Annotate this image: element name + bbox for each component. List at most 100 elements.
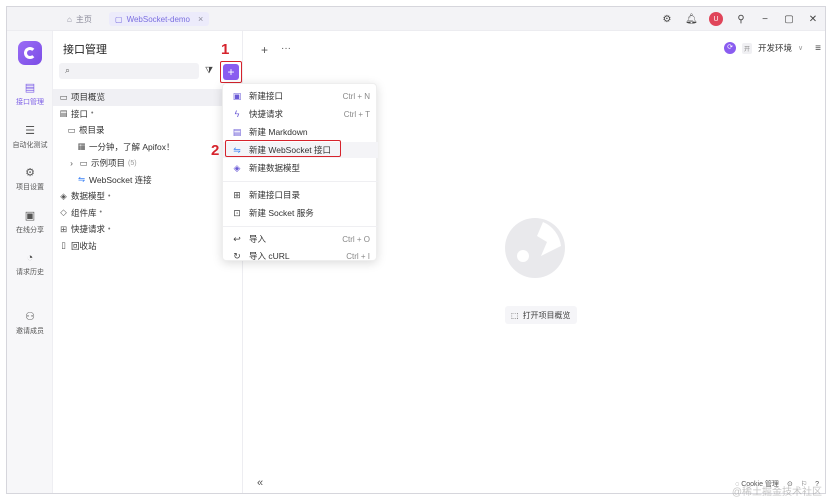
close-window-icon[interactable]: ✕ xyxy=(807,14,819,25)
menu-label: 新建接口目录 xyxy=(249,190,301,200)
bell-icon[interactable]: 🔔︎ xyxy=(685,14,698,25)
open-overview-label: 打开项目概览 xyxy=(522,310,571,320)
overview-icon: ▭ xyxy=(59,91,68,102)
menu-shortcut: Ctrl + N xyxy=(342,91,370,101)
chevron-down-icon: ∨ xyxy=(798,45,804,52)
environment-selector[interactable]: ⟳ 开 开发环境 ∨ ≡ xyxy=(724,42,821,54)
markdown-icon: ▤ xyxy=(232,126,242,137)
api-icon: ▤ xyxy=(24,82,36,94)
rail-item-api-management[interactable]: ▤ 接口管理 xyxy=(7,81,53,107)
tree-item-trash[interactable]: ▯ 回收站 xyxy=(53,238,243,255)
menu-label: 新建数据模型 xyxy=(249,163,301,173)
app-logo xyxy=(18,41,42,65)
component-icon: ◇ xyxy=(60,207,67,218)
tree-item-websocket-connection[interactable]: ⇋ WebSocket 连接 xyxy=(53,172,243,189)
tree-item-data-models[interactable]: ◈ 数据模型 • xyxy=(53,188,243,205)
tree-label: 数据模型 xyxy=(71,191,106,202)
menu-item-import-curl[interactable]: ↻ 导入 cURL Ctrl + I xyxy=(223,248,378,264)
more-icon[interactable]: ··· xyxy=(281,43,291,54)
file-icon: ▢ xyxy=(115,14,123,24)
env-sync-icon[interactable]: ⟳ xyxy=(724,42,736,54)
menu-item-new-data-model[interactable]: ◈ 新建数据模型 xyxy=(223,160,378,176)
curl-icon: ↻ xyxy=(233,250,241,261)
watermark: @稀土掘金技术社区 xyxy=(731,487,822,498)
menu-item-quick-request[interactable]: ϟ 快捷请求 Ctrl + T xyxy=(223,106,378,122)
tree-label: 根目录 xyxy=(79,125,105,136)
menu-shortcut: Ctrl + T xyxy=(343,109,370,119)
settings-icon: ⚙ xyxy=(25,167,35,179)
panel-title: 接口管理 xyxy=(63,44,107,56)
invite-icon: ⚇ xyxy=(25,311,35,323)
rail-item-online-share[interactable]: ▣ 在线分享 xyxy=(7,209,53,235)
menu-icon[interactable]: ≡ xyxy=(815,43,821,54)
folder-icon: ▭ xyxy=(79,157,88,168)
tree-item-quick-requests[interactable]: ⊞ 快捷请求 • xyxy=(53,221,243,238)
window-controls: ⚙ 🔔︎ U ⚲ − ▢ ✕ xyxy=(661,11,819,27)
api-tree-panel: 接口管理 ⌕ ⧩ + ▭ 项目概览 ▤ 接口 • ▭ 根目录 ▦ 一分钟，了解 … xyxy=(53,31,243,493)
tree-label: 组件库 xyxy=(71,207,97,218)
rail-item-project-settings[interactable]: ⚙ 项目设置 xyxy=(7,166,53,192)
menu-item-new-markdown[interactable]: ▤ 新建 Markdown xyxy=(223,124,378,140)
close-icon[interactable]: × xyxy=(198,14,203,24)
menu-divider xyxy=(223,226,378,227)
tree-label: 回收站 xyxy=(71,240,97,251)
rail-item-invite-members[interactable]: ⚇ 邀请成员 xyxy=(7,310,53,336)
step-1-label: 1 xyxy=(221,41,230,58)
app-window: ⌂ 主页 ▢ WebSocket-demo × ⚙ 🔔︎ U ⚲ − ▢ ✕ ▤… xyxy=(6,6,826,494)
chevron-right-icon[interactable]: › xyxy=(67,158,76,168)
avatar[interactable]: U xyxy=(709,12,723,26)
tree-item-apis[interactable]: ▤ 接口 • xyxy=(53,106,243,123)
menu-item-new-api[interactable]: ▣ 新建接口 Ctrl + N xyxy=(223,88,378,104)
websocket-item-highlight xyxy=(225,140,341,157)
new-tab-icon[interactable]: + xyxy=(261,43,268,57)
rail-item-auto-test[interactable]: ☰ 自动化测试 xyxy=(7,124,53,150)
folder-plus-icon: ⊞ xyxy=(233,189,241,200)
menu-label: 导入 xyxy=(249,234,267,244)
rail-label: 请求历史 xyxy=(16,269,44,276)
tree-item-components[interactable]: ◇ 组件库 • xyxy=(53,205,243,222)
menu-item-new-socket-service[interactable]: ⊡ 新建 Socket 服务 xyxy=(223,205,378,221)
pin-icon[interactable]: ⚲ xyxy=(735,14,747,25)
menu-item-new-api-folder[interactable]: ⊞ 新建接口目录 xyxy=(223,187,378,203)
tree-suffix: • xyxy=(108,225,111,233)
new-api-icon: ▣ xyxy=(232,90,242,101)
rail-label: 邀请成员 xyxy=(16,328,44,335)
lightning-icon: ϟ xyxy=(234,109,240,119)
rail-label: 项目设置 xyxy=(16,184,44,191)
maximize-icon[interactable]: ▢ xyxy=(783,14,795,25)
socket-icon: ⊡ xyxy=(233,207,241,218)
tree-item-project-overview[interactable]: ▭ 项目概览 xyxy=(53,89,243,106)
tree-suffix: • xyxy=(91,110,94,118)
menu-label: 快捷请求 xyxy=(249,109,284,119)
open-overview-button[interactable]: ⬚ 打开项目概览 xyxy=(505,306,577,324)
tab-home[interactable]: ⌂ 主页 xyxy=(61,12,98,26)
menu-item-import[interactable]: ↩ 导入 Ctrl + O xyxy=(223,231,378,247)
tab-websocket-demo[interactable]: ▢ WebSocket-demo × xyxy=(109,12,210,26)
tree-label: WebSocket 连接 xyxy=(89,174,152,185)
minimize-icon[interactable]: − xyxy=(759,14,771,25)
websocket-icon: ⇋ xyxy=(77,174,86,185)
menu-label: 新建 Markdown xyxy=(249,127,308,137)
filter-icon[interactable]: ⧩ xyxy=(205,65,213,76)
gear-icon[interactable]: ⚙ xyxy=(661,14,673,25)
tree-label: 快捷请求 xyxy=(71,224,106,235)
rail-item-request-history[interactable]: ◔ 请求历史 xyxy=(7,251,53,277)
search-icon: ⌕ xyxy=(65,65,71,75)
collapse-sidebar-icon[interactable]: « xyxy=(257,477,263,489)
model-icon: ◈ xyxy=(60,190,67,201)
env-label: 开发环境 xyxy=(758,43,793,53)
rail-label: 在线分享 xyxy=(16,227,44,234)
tree-label: 项目概览 xyxy=(71,92,106,103)
trash-icon: ▯ xyxy=(61,240,66,251)
menu-shortcut: Ctrl + I xyxy=(346,251,370,261)
tree-suffix: • xyxy=(108,192,111,200)
rail-label: 自动化测试 xyxy=(12,142,48,149)
step-2-label: 2 xyxy=(211,142,220,159)
left-rail: ▤ 接口管理 ☰ 自动化测试 ⚙ 项目设置 ▣ 在线分享 ◔ 请求历史 ⚇ 邀请… xyxy=(7,31,53,493)
tree-item-root-dir[interactable]: ▭ 根目录 xyxy=(53,122,243,139)
home-icon: ⌂ xyxy=(67,14,72,24)
history-icon: ◔ xyxy=(26,252,34,264)
search-input[interactable] xyxy=(59,63,199,79)
api-folder-icon: ▤ xyxy=(59,108,68,119)
quick-icon: ⊞ xyxy=(59,223,68,234)
